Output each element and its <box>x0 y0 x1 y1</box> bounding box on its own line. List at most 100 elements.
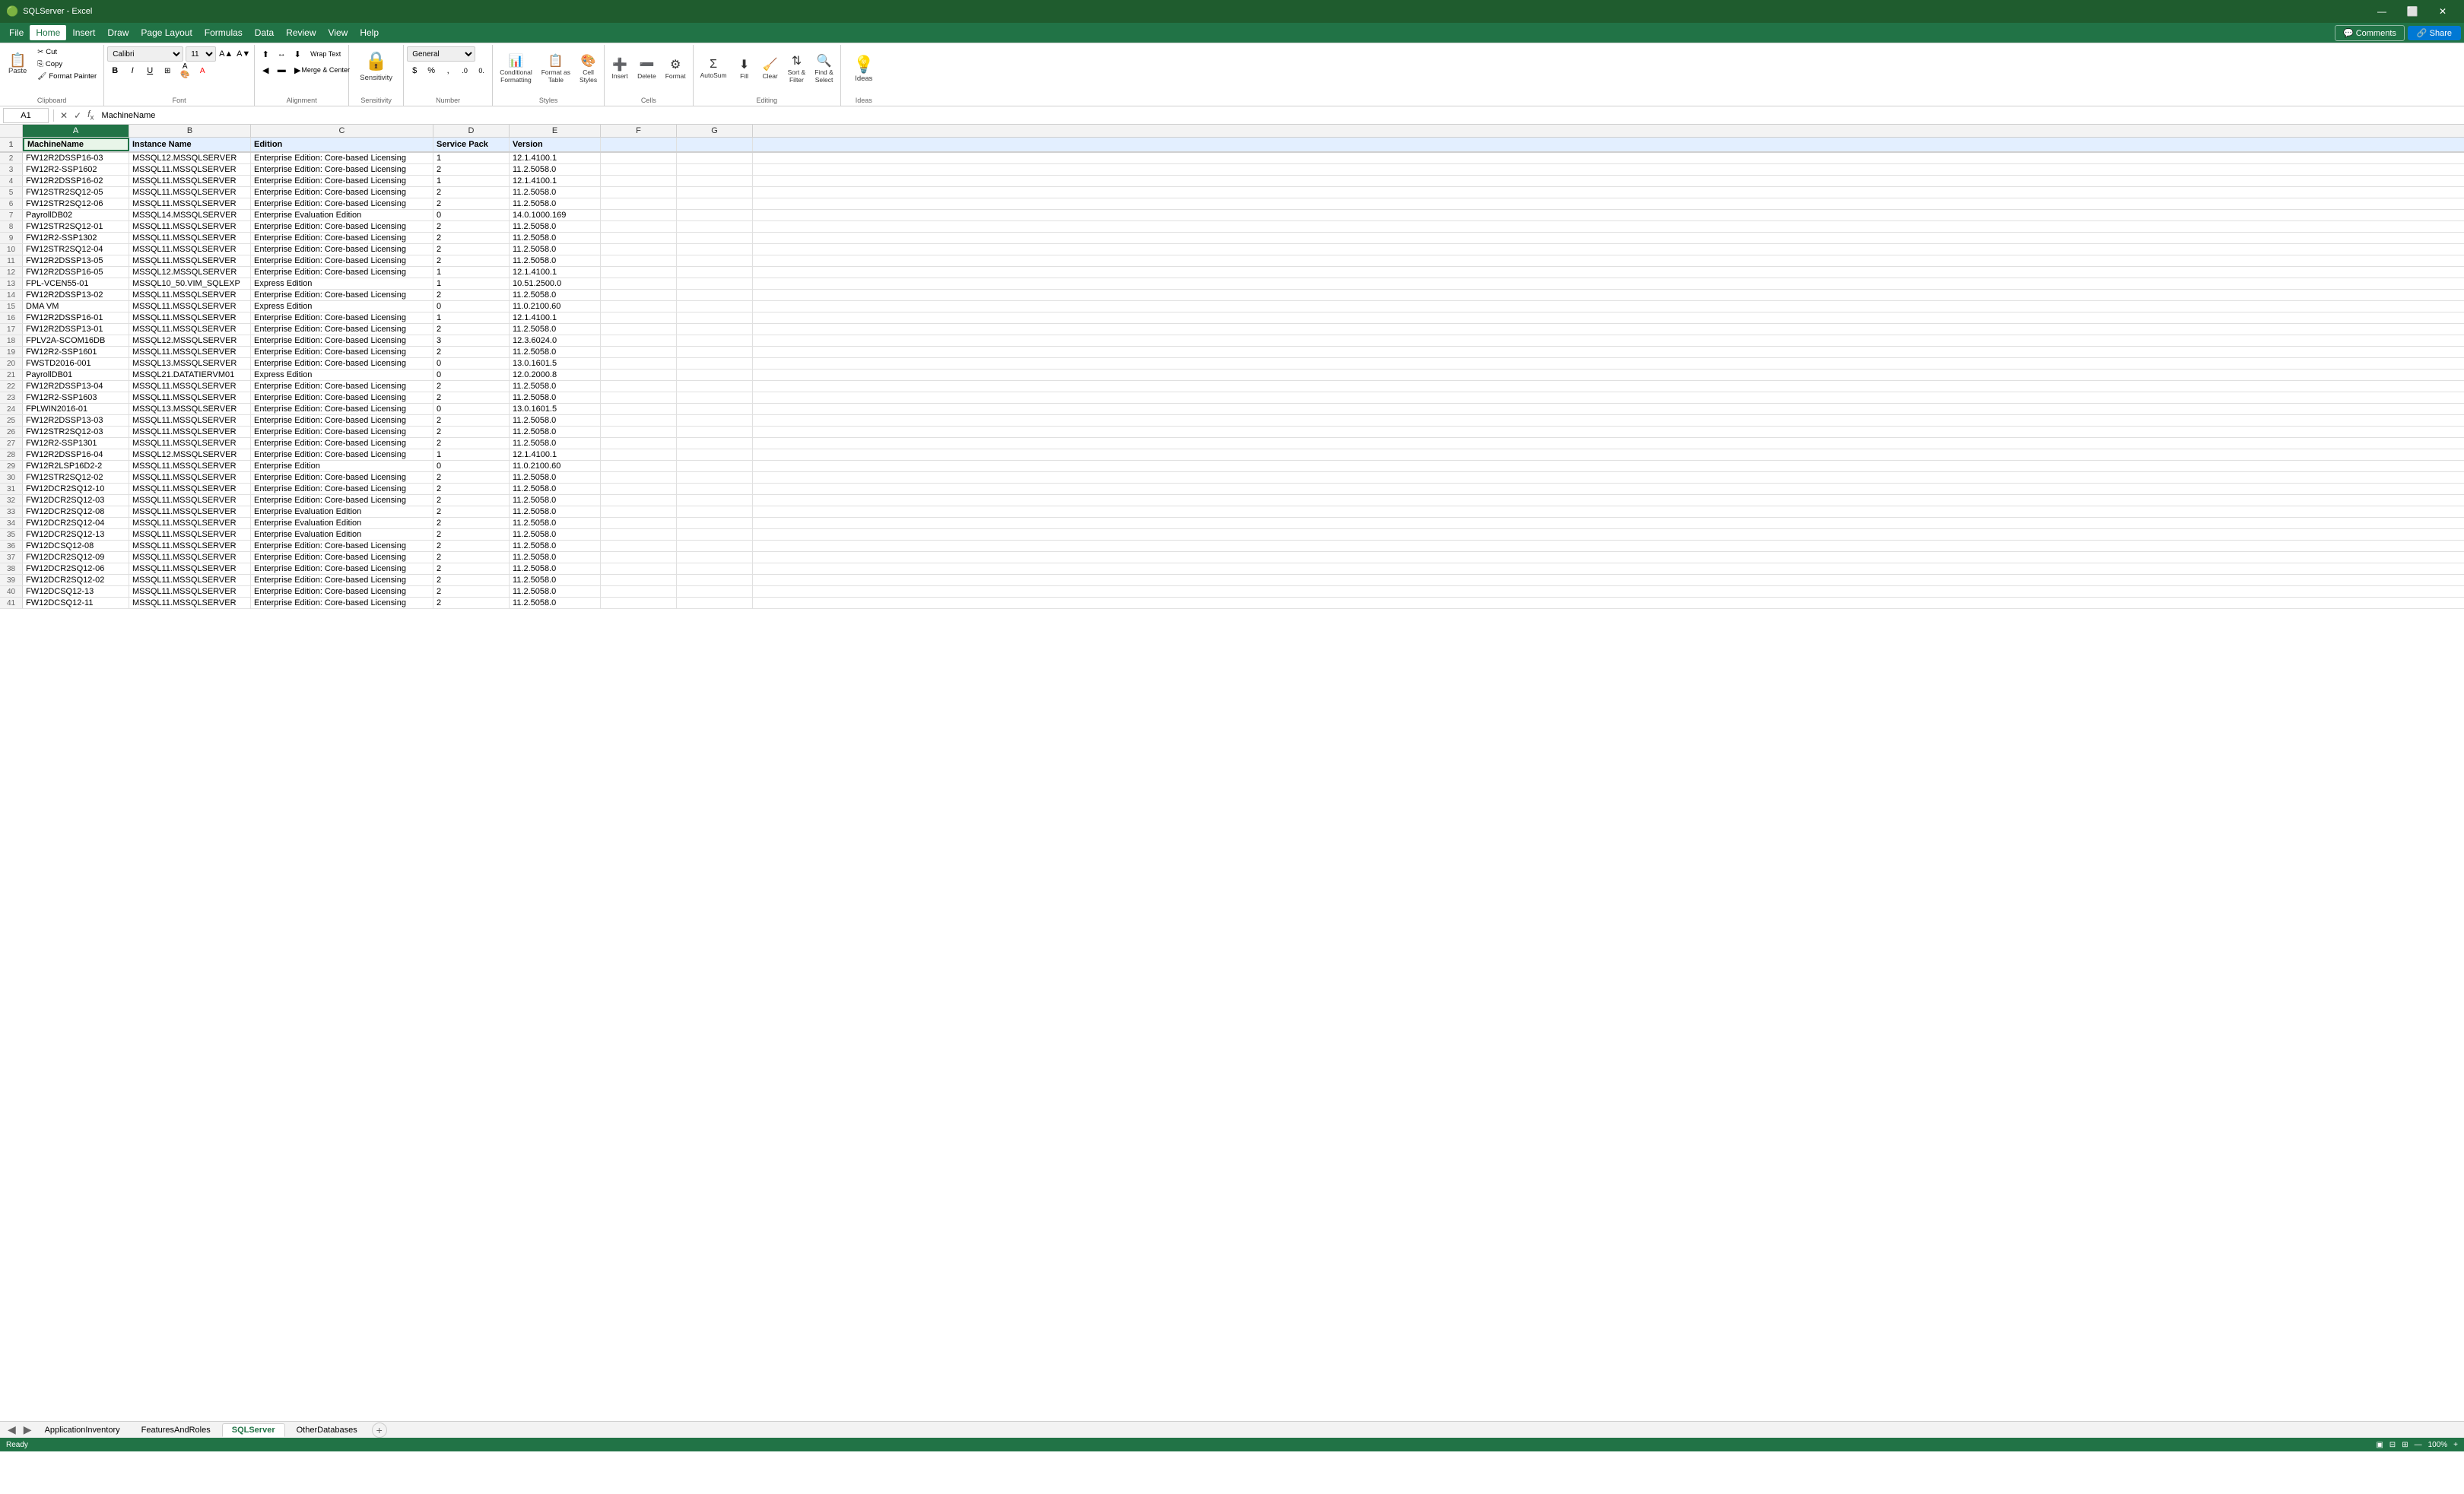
find-select-button[interactable]: 🔍 Find &Select <box>811 46 837 90</box>
cell[interactable]: MSSQL11.MSSQLSERVER <box>129 290 251 300</box>
cell-styles-button[interactable]: 🎨 CellStyles <box>576 46 601 90</box>
table-row[interactable]: 37FW12DCR2SQ12-09MSSQL11.MSSQLSERVEREnte… <box>0 552 2464 563</box>
cell[interactable] <box>677 506 753 517</box>
table-row[interactable]: 13FPL-VCEN55-01MSSQL10_50.VIM_SQLEXPExpr… <box>0 278 2464 290</box>
cell[interactable] <box>677 221 753 232</box>
table-row[interactable]: 21PayrollDB01MSSQL21.DATATIERVM01Express… <box>0 370 2464 381</box>
cell[interactable]: MSSQL11.MSSQLSERVER <box>129 598 251 608</box>
autosum-button[interactable]: Σ AutoSum <box>697 46 731 90</box>
cell[interactable] <box>601 267 677 278</box>
clear-button[interactable]: 🧹 Clear <box>758 46 783 90</box>
cell[interactable]: 12.1.4100.1 <box>510 449 601 460</box>
sort-filter-button[interactable]: ⇅ Sort &Filter <box>784 46 810 90</box>
cell[interactable]: 2 <box>433 472 510 483</box>
table-row[interactable]: 12FW12R2DSSP16-05MSSQL12.MSSQLSERVEREnte… <box>0 267 2464 278</box>
cell[interactable] <box>601 529 677 540</box>
bold-button[interactable]: B <box>107 63 122 78</box>
cell[interactable] <box>601 472 677 483</box>
cell[interactable]: 11.2.5058.0 <box>510 529 601 540</box>
font-color-button[interactable]: A <box>195 63 210 78</box>
cell[interactable]: MSSQL11.MSSQLSERVER <box>129 187 251 198</box>
cell[interactable]: 11.2.5058.0 <box>510 347 601 357</box>
ideas-button[interactable]: 💡 Ideas <box>849 46 878 90</box>
cell[interactable]: 2 <box>433 415 510 426</box>
col-header-a[interactable]: A <box>23 125 129 137</box>
cancel-formula-icon[interactable]: ✕ <box>59 110 69 121</box>
cell[interactable] <box>677 244 753 255</box>
cell[interactable]: MSSQL11.MSSQLSERVER <box>129 563 251 574</box>
cell[interactable]: MSSQL11.MSSQLSERVER <box>129 552 251 563</box>
cell[interactable]: Enterprise Edition: Core-based Licensing <box>251 392 433 403</box>
cell[interactable] <box>677 415 753 426</box>
cell[interactable]: MSSQL12.MSSQLSERVER <box>129 335 251 346</box>
cell[interactable]: 2 <box>433 438 510 449</box>
cell[interactable] <box>601 290 677 300</box>
cell[interactable]: FW12DCR2SQ12-10 <box>23 484 129 494</box>
insert-button[interactable]: ➕ Insert <box>608 46 632 90</box>
cell[interactable] <box>601 518 677 528</box>
table-row[interactable]: 41FW12DCSQ12-11MSSQL11.MSSQLSERVEREnterp… <box>0 598 2464 609</box>
cell[interactable] <box>677 449 753 460</box>
conditional-formatting-button[interactable]: 📊 ConditionalFormatting <box>496 46 536 90</box>
cell[interactable]: Service Pack <box>433 138 510 151</box>
cell[interactable]: 11.2.5058.0 <box>510 438 601 449</box>
col-header-c[interactable]: C <box>251 125 433 137</box>
cell[interactable]: Enterprise Edition: Core-based Licensing <box>251 267 433 278</box>
cell[interactable]: Enterprise Edition: Core-based Licensing <box>251 541 433 551</box>
table-row[interactable]: 38FW12DCR2SQ12-06MSSQL11.MSSQLSERVEREnte… <box>0 563 2464 575</box>
format-button[interactable]: ⚙ Format <box>662 46 690 90</box>
cell[interactable]: 1 <box>433 267 510 278</box>
cell[interactable] <box>677 472 753 483</box>
cell[interactable]: FPLWIN2016-01 <box>23 404 129 414</box>
align-middle-button[interactable]: ↔ <box>274 46 289 62</box>
cell[interactable]: FW12STR2SQ12-03 <box>23 427 129 437</box>
formula-input[interactable] <box>98 108 2461 123</box>
cell[interactable]: MSSQL11.MSSQLSERVER <box>129 415 251 426</box>
cell[interactable]: 11.2.5058.0 <box>510 244 601 255</box>
table-row[interactable]: 27FW12R2-SSP1301MSSQL11.MSSQLSERVEREnter… <box>0 438 2464 449</box>
cell[interactable]: 13.0.1601.5 <box>510 404 601 414</box>
cell[interactable] <box>601 347 677 357</box>
cell[interactable]: MSSQL11.MSSQLSERVER <box>129 495 251 506</box>
cell[interactable]: Enterprise Edition: Core-based Licensing <box>251 335 433 346</box>
cell[interactable]: MSSQL11.MSSQLSERVER <box>129 484 251 494</box>
sheet-tab-sql-server[interactable]: SQLServer <box>222 1423 285 1437</box>
cell[interactable] <box>677 529 753 540</box>
cell[interactable]: Instance Name <box>129 138 251 151</box>
cell[interactable]: 11.2.5058.0 <box>510 187 601 198</box>
table-row[interactable]: 20FWSTD2016-001MSSQL13.MSSQLSERVEREnterp… <box>0 358 2464 370</box>
cell[interactable]: Enterprise Edition: Core-based Licensing <box>251 153 433 163</box>
cell[interactable]: FW12R2DSSP13-03 <box>23 415 129 426</box>
cell[interactable]: 2 <box>433 598 510 608</box>
cell[interactable] <box>677 598 753 608</box>
sensitivity-button[interactable]: 🔒 Sensitivity <box>353 46 399 86</box>
italic-button[interactable]: I <box>125 63 140 78</box>
cell[interactable]: Enterprise Evaluation Edition <box>251 518 433 528</box>
cell[interactable]: MSSQL11.MSSQLSERVER <box>129 472 251 483</box>
table-row[interactable]: 28FW12R2DSSP16-04MSSQL12.MSSQLSERVEREnte… <box>0 449 2464 461</box>
table-row[interactable]: 31FW12DCR2SQ12-10MSSQL11.MSSQLSERVEREnte… <box>0 484 2464 495</box>
cell[interactable] <box>677 495 753 506</box>
page-layout-view-button[interactable]: ▣ <box>2376 1441 2383 1449</box>
decrease-font-button[interactable]: A▼ <box>236 46 251 62</box>
cell[interactable]: Enterprise Evaluation Edition <box>251 529 433 540</box>
table-row[interactable]: 18FPLV2A-SCOM16DBMSSQL12.MSSQLSERVEREnte… <box>0 335 2464 347</box>
cell[interactable]: 1 <box>433 312 510 323</box>
table-row[interactable]: 14FW12R2DSSP13-02MSSQL11.MSSQLSERVEREnte… <box>0 290 2464 301</box>
cell[interactable]: 12.1.4100.1 <box>510 312 601 323</box>
cell[interactable]: Enterprise Edition: Core-based Licensing <box>251 176 433 186</box>
cell[interactable]: 2 <box>433 255 510 266</box>
cell[interactable]: 10.51.2500.0 <box>510 278 601 289</box>
cell[interactable] <box>677 347 753 357</box>
cell[interactable] <box>677 198 753 209</box>
cell[interactable]: 11.2.5058.0 <box>510 415 601 426</box>
cell[interactable]: 11.2.5058.0 <box>510 506 601 517</box>
align-left-button[interactable]: ◀ <box>258 62 273 78</box>
cell[interactable]: 2 <box>433 518 510 528</box>
cell[interactable] <box>601 586 677 597</box>
font-size-select[interactable]: 11 <box>186 46 216 62</box>
cell[interactable]: 0 <box>433 404 510 414</box>
cell[interactable]: 0 <box>433 358 510 369</box>
cell[interactable] <box>677 233 753 243</box>
cell[interactable]: FW12R2DSSP13-05 <box>23 255 129 266</box>
